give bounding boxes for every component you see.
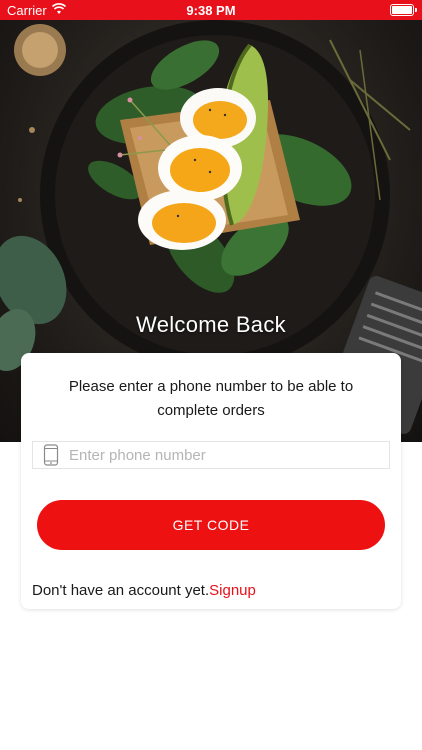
welcome-title: Welcome Back: [136, 312, 286, 337]
status-time: 9:38 PM: [186, 3, 236, 18]
phone-number-input[interactable]: [69, 442, 379, 468]
mobile-phone-icon: [43, 444, 59, 466]
signup-prompt: Don't have an account yet.Signup: [32, 582, 256, 599]
battery-icon: [390, 4, 417, 16]
login-card: Please enter a phone number to be able t…: [21, 353, 401, 609]
phone-field[interactable]: [32, 441, 390, 469]
login-instructions: Please enter a phone number to be able t…: [68, 378, 354, 419]
no-account-text: Don't have an account yet.: [32, 582, 210, 599]
get-code-button[interactable]: GET CODE: [37, 500, 385, 550]
status-bar: Carrier 9:38 PM: [0, 0, 422, 20]
signup-link[interactable]: Signup: [209, 582, 256, 599]
